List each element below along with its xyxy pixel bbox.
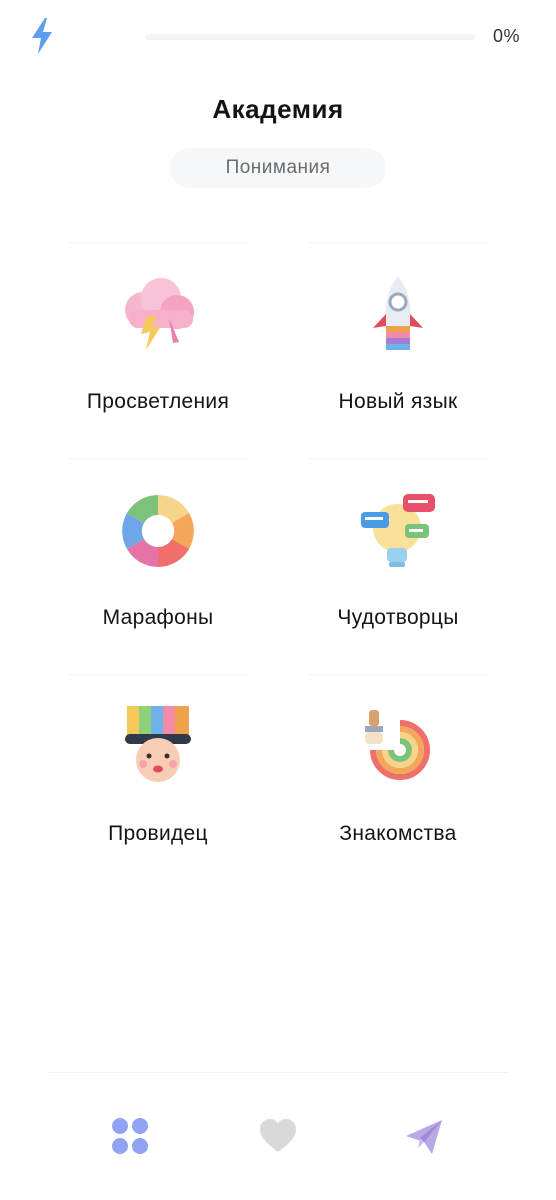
category-label: Марафоны (102, 606, 214, 629)
category-label: Провидец (108, 822, 208, 845)
category-grid: Просветления Новый язык Марафоны Чудотво… (38, 238, 518, 886)
bottom-navigation (0, 1100, 556, 1180)
subtitle-text: Понимания (225, 157, 331, 178)
category-card-dating[interactable]: Знакомства (278, 670, 518, 886)
category-card-marathons[interactable]: Марафоны (38, 454, 278, 670)
page-subtitle: Понимания (170, 148, 386, 188)
category-card-miracle-workers[interactable]: Чудотворцы (278, 454, 518, 670)
rainbow-hat-face-icon (125, 706, 191, 782)
page-title: Академия (212, 94, 344, 124)
nav-divider (48, 1072, 508, 1073)
rocket-icon (373, 276, 423, 350)
progress-percent: 0% (492, 26, 520, 46)
nav-messages-button[interactable] (400, 1112, 448, 1160)
category-card-new-language[interactable]: Новый язык (278, 238, 518, 454)
color-wheel-icon (122, 495, 194, 567)
top-bar: 0% (0, 0, 556, 72)
rainbow-brush-icon (365, 710, 430, 780)
lightbulb-chat-icon (361, 494, 435, 567)
category-card-enlightenment[interactable]: Просветления (38, 238, 278, 454)
nav-apps-button[interactable] (106, 1112, 154, 1160)
category-card-seer[interactable]: Провидец (38, 670, 278, 886)
apps-grid-icon (112, 1118, 148, 1154)
category-label: Чудотворцы (337, 606, 459, 629)
progress-bar (145, 34, 475, 40)
heart-icon (260, 1119, 296, 1152)
nav-favorites-button[interactable] (254, 1112, 302, 1160)
lightning-icon[interactable] (28, 16, 56, 56)
category-label: Просветления (86, 390, 230, 413)
category-label: Новый язык (338, 390, 458, 413)
thundercloud-icon (125, 278, 194, 350)
paper-plane-icon (406, 1120, 442, 1154)
category-label: Знакомства (339, 822, 457, 845)
